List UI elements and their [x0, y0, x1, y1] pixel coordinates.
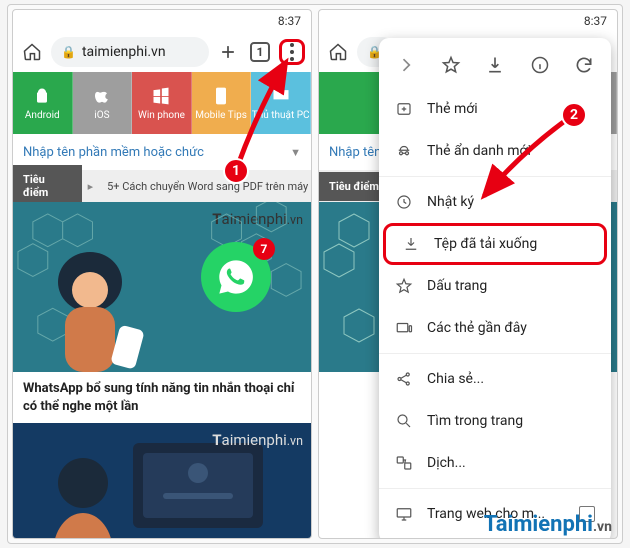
- whatsapp-icon: 7: [201, 242, 271, 312]
- url-text: taimienphi.vn: [82, 44, 166, 60]
- tutorial-frame: 8:37 🔒 taimienphi.vn 1 Android iOS Win p…: [7, 4, 623, 544]
- menu-toolbar: [379, 46, 611, 88]
- download-icon[interactable]: [482, 52, 508, 78]
- menu-divider: [379, 353, 611, 354]
- person-illustration: [35, 252, 145, 372]
- nav-android[interactable]: Android: [13, 72, 73, 134]
- new-tab-icon[interactable]: [215, 39, 241, 65]
- menu-divider: [379, 176, 611, 177]
- url-bar[interactable]: 🔒 taimienphi.vn: [51, 37, 209, 67]
- site-nav: Android iOS Win phone Mobile Tips Thủ th…: [13, 72, 311, 134]
- article-title[interactable]: WhatsApp bổ sung tính năng tin nhắn thoạ…: [13, 372, 311, 423]
- home-icon[interactable]: [19, 39, 45, 65]
- nav-thuthuatpc[interactable]: Thủ thuật PC: [251, 72, 311, 134]
- phone-right: 8:37 🔒 Android Nhập tên phầ Tiêu điểm Th…: [318, 9, 618, 539]
- menu-share[interactable]: Chia sẻ...: [379, 358, 611, 400]
- phone-left: 8:37 🔒 taimienphi.vn 1 Android iOS Win p…: [12, 9, 312, 539]
- breadcrumb-tag: Tiêu điểm: [13, 165, 82, 207]
- status-bar: 8:37: [13, 10, 311, 32]
- article-hero: Taimienphi.vn 7: [13, 202, 311, 372]
- bullet-icon: ▸: [82, 180, 100, 193]
- menu-divider: [379, 488, 611, 489]
- menu-downloads[interactable]: Tệp đã tải xuống: [383, 223, 607, 265]
- search-placeholder: Nhập tên phần mềm hoặc chức: [23, 145, 204, 160]
- nav-winphone[interactable]: Win phone: [132, 72, 192, 134]
- lock-icon: 🔒: [61, 45, 76, 59]
- omnibox-row: 🔒 taimienphi.vn 1: [13, 32, 311, 72]
- article-card[interactable]: Taimienphi.vn 7 WhatsApp bổ sung tính nă…: [13, 202, 311, 539]
- menu-history[interactable]: Nhật ký: [379, 181, 611, 223]
- overflow-menu-button[interactable]: [279, 39, 305, 65]
- notification-badge: 7: [253, 238, 275, 260]
- menu-recent-tabs[interactable]: Các thẻ gần đây: [379, 307, 611, 349]
- more-vert-icon: [290, 43, 294, 61]
- article-hero-2: Taimienphi.vn: [13, 423, 311, 539]
- nav-mobiletips[interactable]: Mobile Tips: [192, 72, 252, 134]
- annotation-step-1: 1: [223, 158, 249, 184]
- star-icon[interactable]: [438, 52, 464, 78]
- breadcrumb-text[interactable]: 5+ Cách chuyển Word sang PDF trên máy: [99, 180, 311, 193]
- status-bar: 8:37: [319, 10, 617, 32]
- menu-incognito[interactable]: Thẻ ẩn danh mới: [379, 130, 611, 172]
- taimienphi-watermark: Taimienphi.vn: [484, 512, 612, 537]
- menu-bookmarks[interactable]: Dấu trang: [379, 265, 611, 307]
- forward-icon[interactable]: [393, 52, 419, 78]
- nav-ios[interactable]: iOS: [73, 72, 133, 134]
- clock: 8:37: [584, 14, 607, 28]
- annotation-step-2: 2: [561, 102, 587, 128]
- chevron-down-icon: ▼: [290, 146, 301, 159]
- hero2-watermark: Taimienphi.vn: [212, 431, 303, 449]
- menu-translate[interactable]: Dịch...: [379, 442, 611, 484]
- info-icon[interactable]: [527, 52, 553, 78]
- menu-find[interactable]: Tìm trong trang: [379, 400, 611, 442]
- breadcrumb: Tiêu điểm ▸ 5+ Cách chuyển Word sang PDF…: [13, 170, 311, 202]
- home-icon[interactable]: [325, 39, 351, 65]
- reload-icon[interactable]: [571, 52, 597, 78]
- clock: 8:37: [278, 14, 301, 28]
- tab-switcher[interactable]: 1: [247, 39, 273, 65]
